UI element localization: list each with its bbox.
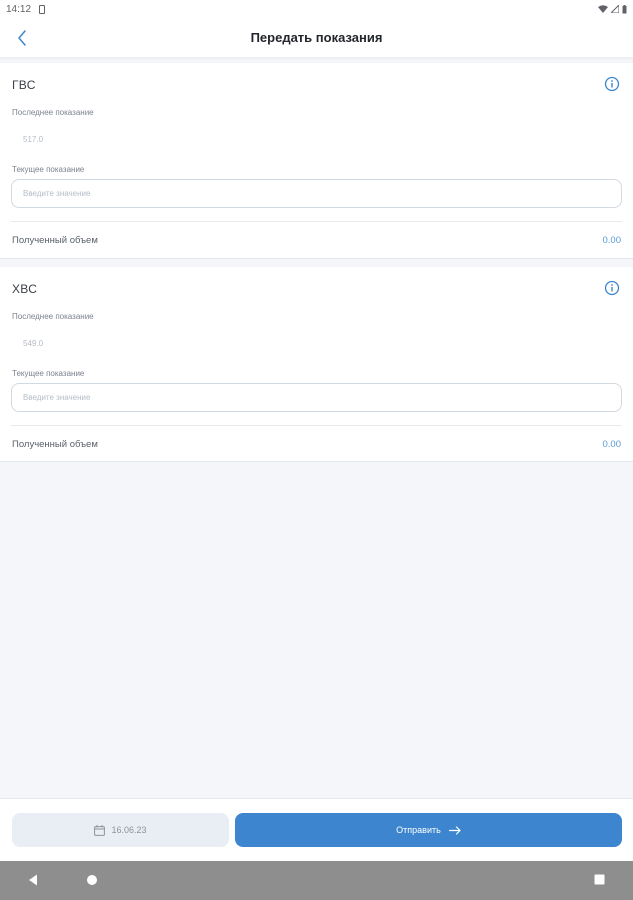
send-button[interactable]: Отправить [235, 813, 622, 847]
system-navigation-bar [0, 861, 633, 900]
back-button[interactable] [10, 26, 34, 50]
nav-back-icon[interactable] [28, 874, 38, 886]
current-reading-label: Текущее показание [12, 369, 85, 378]
last-reading-label: Последнее показание [12, 108, 94, 117]
status-icons [598, 4, 627, 14]
meter-card-hot-water: ГВС Последнее показание 517.0 Текущее по… [0, 63, 633, 259]
battery-icon [622, 4, 627, 13]
wifi-icon [598, 5, 608, 13]
divider [11, 425, 622, 426]
info-circle-icon[interactable] [604, 280, 620, 296]
calendar-icon [94, 824, 106, 836]
selected-date: 16.06.23 [111, 825, 147, 835]
current-reading-input[interactable] [11, 383, 622, 412]
last-reading-value: 549.0 [23, 339, 44, 348]
meter-name: ГВС [12, 78, 36, 92]
received-volume-label: Полученный объем [12, 439, 98, 450]
meter-card-cold-water: ХВС Последнее показание 549.0 Текущее по… [0, 267, 633, 462]
page-title: Передать показания [250, 30, 383, 45]
last-reading-value: 517.0 [23, 135, 44, 144]
received-volume-value: 0.00 [602, 439, 622, 450]
meter-name: ХВС [12, 282, 38, 296]
signal-icon [611, 5, 619, 13]
current-reading-input[interactable] [11, 179, 622, 208]
nav-home-icon[interactable] [86, 874, 98, 886]
bottom-action-bar: 16.06.23 Отправить [0, 798, 633, 861]
received-volume-value: 0.00 [602, 235, 622, 246]
last-reading-label: Последнее показание [12, 312, 94, 321]
app-header: Передать показания [0, 18, 633, 58]
received-volume-label: Полученный объем [12, 235, 98, 246]
arrow-right-icon [448, 825, 461, 835]
status-time: 14:12 [6, 3, 32, 15]
chevron-left-icon [18, 30, 26, 46]
info-circle-icon[interactable] [604, 76, 620, 92]
date-picker-button[interactable]: 16.06.23 [12, 813, 229, 847]
nav-recents-icon[interactable] [594, 874, 605, 885]
status-bar: 14:12 [0, 0, 633, 18]
divider [11, 221, 622, 222]
sim-card-icon [39, 4, 46, 14]
current-reading-label: Текущее показание [12, 165, 85, 174]
send-button-label: Отправить [396, 825, 441, 835]
